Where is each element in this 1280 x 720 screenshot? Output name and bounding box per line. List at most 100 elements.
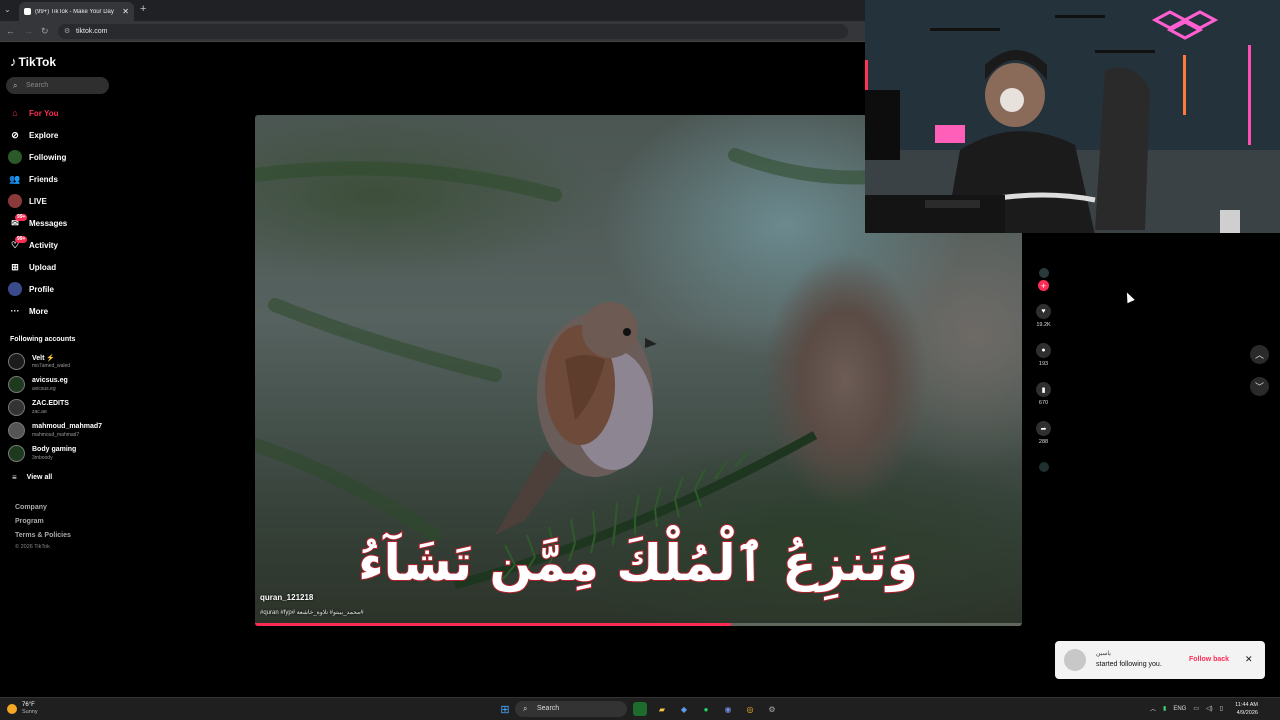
following-account[interactable]: Velt ⚡ mo7amed_waled (8, 351, 123, 371)
browser-tab[interactable]: (99+) TikTok - Make Your Day ✕ (19, 2, 134, 21)
windows-start-icon[interactable]: ⊞ (498, 702, 512, 716)
search-placeholder: Search (26, 82, 49, 89)
close-icon[interactable]: ✕ (1245, 654, 1253, 665)
account-name: avicsus.eg (32, 377, 68, 384)
tab-close-icon[interactable]: ✕ (122, 7, 129, 16)
chevron-down-icon: ﹀ (1254, 382, 1264, 392)
reload-icon[interactable]: ↻ (41, 26, 49, 37)
sidebar-item-label: More (29, 306, 49, 316)
store-icon[interactable]: ◆ (677, 702, 691, 716)
edge-browser-icon[interactable] (633, 702, 647, 716)
chrome-icon[interactable]: ◎ (743, 702, 757, 716)
sidebar-item-label: Following (29, 152, 67, 162)
footer-link-terms[interactable]: Terms & Policies (15, 532, 71, 539)
bookmark-icon: ▮ (1036, 382, 1051, 397)
account-handle: 3mboody (32, 455, 53, 461)
weather-widget[interactable]: 76°F Sunny (7, 702, 38, 716)
sidebar-item-friends[interactable]: 👥 Friends (8, 170, 118, 188)
following-account[interactable]: Body gaming 3mboody (8, 443, 123, 463)
back-arrow-icon[interactable]: ← (6, 26, 15, 36)
share-button[interactable]: ➦ 288 (1035, 421, 1052, 445)
list-icon: ≡ (12, 473, 17, 482)
sidebar-item-more[interactable]: ··· More (8, 302, 118, 320)
volume-icon[interactable]: ◁) (1206, 705, 1213, 712)
messages-icon: ✉ 99+ (11, 214, 28, 228)
avatar (8, 376, 25, 393)
mouse-cursor-icon (1123, 290, 1135, 304)
forward-arrow-icon[interactable]: → (24, 26, 33, 36)
following-icon (8, 150, 22, 164)
sidebar-item-following[interactable]: Following (8, 148, 118, 166)
sidebar-item-label: Profile (29, 284, 54, 294)
footer-link-company[interactable]: Company (15, 504, 47, 511)
battery-icon[interactable]: ▯ (1220, 705, 1223, 712)
video-caption[interactable]: #quran #fyp# محمد_بيبتو# تلاوة_خاشعة# (260, 609, 364, 616)
save-button[interactable]: ▮ 670 (1035, 382, 1052, 406)
sidebar-item-label: Explore (29, 130, 59, 140)
account-name: mahmoud_mahmad7 (32, 423, 103, 430)
razer-tray-icon[interactable]: ▮ (1163, 705, 1166, 712)
tray-chevron-icon[interactable]: ︿ (1150, 704, 1156, 713)
language-indicator[interactable]: ENG (1173, 706, 1186, 712)
avatar (8, 422, 25, 439)
sidebar-item-for-you[interactable]: ⌂ For You (8, 104, 118, 122)
more-icon: ··· (10, 306, 20, 316)
taskbar-search-label: Search (537, 705, 560, 712)
webcam-scene (865, 0, 1280, 233)
follow-plus-button[interactable]: + (1035, 280, 1052, 291)
view-all-link[interactable]: ≡ View all (12, 473, 52, 482)
sidebar-item-messages[interactable]: ✉ 99+ Messages (8, 214, 118, 232)
discord-icon[interactable]: ◉ (721, 702, 735, 716)
network-icon[interactable]: ▭ (1193, 705, 1199, 712)
sidebar-item-upload[interactable]: ⊞ Upload (8, 258, 118, 276)
tab-list-chevron-icon[interactable]: ⌄ (4, 5, 11, 14)
sidebar-item-label: For You (29, 108, 59, 118)
address-bar[interactable]: ⚙ tiktok.com (58, 24, 848, 39)
comment-count: 193 (1038, 361, 1049, 367)
sound-disc[interactable] (1035, 462, 1052, 472)
sidebar-item-label: Friends (29, 174, 58, 184)
following-account[interactable]: avicsus.eg avicsus.eg (8, 374, 123, 394)
sidebar-item-explore[interactable]: ⊘ Explore (8, 126, 118, 144)
profile-icon (8, 282, 22, 296)
spotify-icon[interactable]: ● (699, 702, 713, 716)
compass-icon: ⊘ (11, 129, 19, 140)
footer-link-program[interactable]: Program (15, 518, 44, 525)
creator-avatar[interactable] (1035, 268, 1052, 278)
system-tray: ︿ ▮ ENG ▭ ◁) ▯ (1150, 704, 1223, 714)
sidebar-item-activity[interactable]: ♡ 99+ Activity (8, 236, 118, 254)
notification-message: started following you. (1096, 661, 1162, 668)
taskbar-clock[interactable]: 11:44 AM 4/9/2026 (1228, 701, 1258, 717)
tiktok-logo[interactable]: ♪ TikTok (10, 54, 56, 69)
sidebar-item-live[interactable]: LIVE (8, 192, 118, 210)
video-username[interactable]: quran_121218 (260, 593, 313, 602)
music-disc-icon (1038, 462, 1049, 472)
windows-taskbar: 76°F Sunny ⊞ ⌕ Search ▰ ◆ ● ◉ ◎ ⚙ ︿ ▮ EN… (0, 697, 1280, 720)
new-tab-plus-icon[interactable]: + (140, 3, 146, 15)
previous-video-button[interactable]: ︿ (1250, 345, 1269, 364)
settings-gear-icon[interactable]: ⚙ (765, 702, 779, 716)
search-input[interactable]: ⌕ Search (6, 77, 109, 94)
account-handle: avicsus.eg (32, 386, 56, 392)
video-progress-fill (255, 623, 731, 626)
like-count: 19.2K (1036, 322, 1051, 328)
account-handle: mahmoud_mahmad7 (32, 432, 80, 438)
comment-button[interactable]: ● 193 (1035, 343, 1052, 367)
following-account[interactable]: mahmoud_mahmad7 mahmoud_mahmad7 (8, 420, 123, 440)
site-info-icon[interactable]: ⚙ (64, 24, 70, 39)
account-handle: zac.ae (32, 409, 47, 415)
weather-condition: Sunny (22, 709, 38, 715)
heart-icon: ♥ (1036, 304, 1051, 319)
following-account[interactable]: ZAC.EDITS zac.ae (8, 397, 123, 417)
clock-time: 11:44 AM (1235, 702, 1258, 708)
taskbar-search[interactable]: ⌕ Search (515, 701, 627, 717)
follow-back-button[interactable]: Follow back (1189, 656, 1229, 663)
video-progress-bar[interactable] (255, 623, 1022, 626)
next-video-button[interactable]: ﹀ (1250, 377, 1269, 396)
upload-icon: ⊞ (11, 261, 19, 272)
file-explorer-icon[interactable]: ▰ (655, 702, 669, 716)
share-count: 288 (1038, 439, 1049, 445)
sidebar-item-profile[interactable]: Profile (8, 280, 118, 298)
tiktok-note-icon: ♪ (10, 54, 17, 69)
like-button[interactable]: ♥ 19.2K (1035, 304, 1052, 328)
